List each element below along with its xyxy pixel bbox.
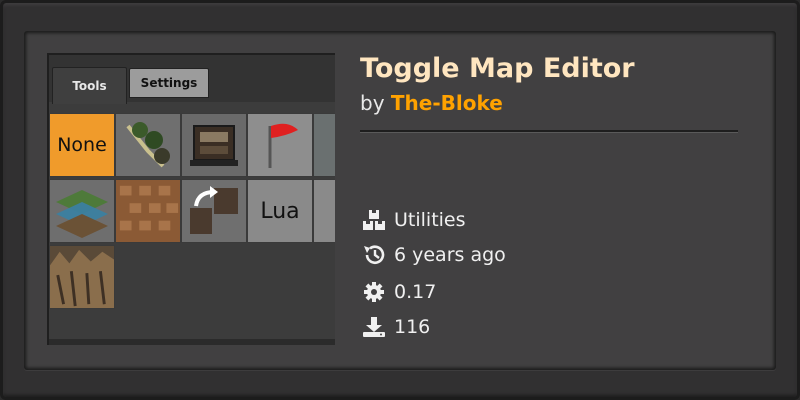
thumbnail-bottom-bar: [49, 339, 335, 345]
clone-arrow-icon: [181, 179, 247, 243]
tool-cell-lua: Lua: [247, 179, 313, 243]
partial-tool-icon: [313, 179, 335, 243]
tool-cell-none: None: [49, 113, 115, 177]
thumbnail-tab-tools: Tools: [52, 67, 127, 104]
author-link[interactable]: The-Bloke: [391, 91, 503, 115]
tool-cell-label: None: [57, 134, 107, 156]
mod-title[interactable]: Toggle Map Editor: [360, 53, 635, 84]
downloads-row: 116: [362, 315, 430, 339]
downloads-text: 116: [394, 316, 431, 338]
partial-tool-icon: [313, 113, 335, 177]
tree-icon: [115, 113, 181, 177]
entity-icon: [181, 113, 247, 177]
category-text[interactable]: Utilities: [394, 209, 466, 231]
thumbnail-tool-grid: None Lua: [49, 113, 335, 313]
tiles-icon: [115, 179, 181, 243]
thumbnail-tab-settings: Settings: [129, 68, 209, 98]
updated-text: 6 years ago: [394, 244, 506, 266]
mod-thumbnail[interactable]: Tools Settings None Lua: [47, 53, 335, 345]
divider: [360, 130, 738, 133]
mod-byline: by The-Bloke: [360, 91, 503, 115]
by-prefix: by: [360, 91, 385, 115]
category-row: Utilities: [362, 208, 466, 232]
gear-icon: [362, 280, 388, 304]
history-icon: [362, 243, 388, 267]
layers-icon: [49, 179, 115, 243]
tool-cell-label: Lua: [260, 198, 300, 224]
red-flag-icon: [247, 113, 313, 177]
version-text: 0.17: [394, 281, 437, 303]
cliff-icon: [49, 245, 115, 309]
thumbnail-tab-bar: Tools Settings: [49, 55, 335, 104]
updated-row: 6 years ago: [362, 243, 506, 267]
boxes-icon: [362, 208, 388, 232]
download-icon: [362, 315, 388, 339]
version-row: 0.17: [362, 280, 436, 304]
